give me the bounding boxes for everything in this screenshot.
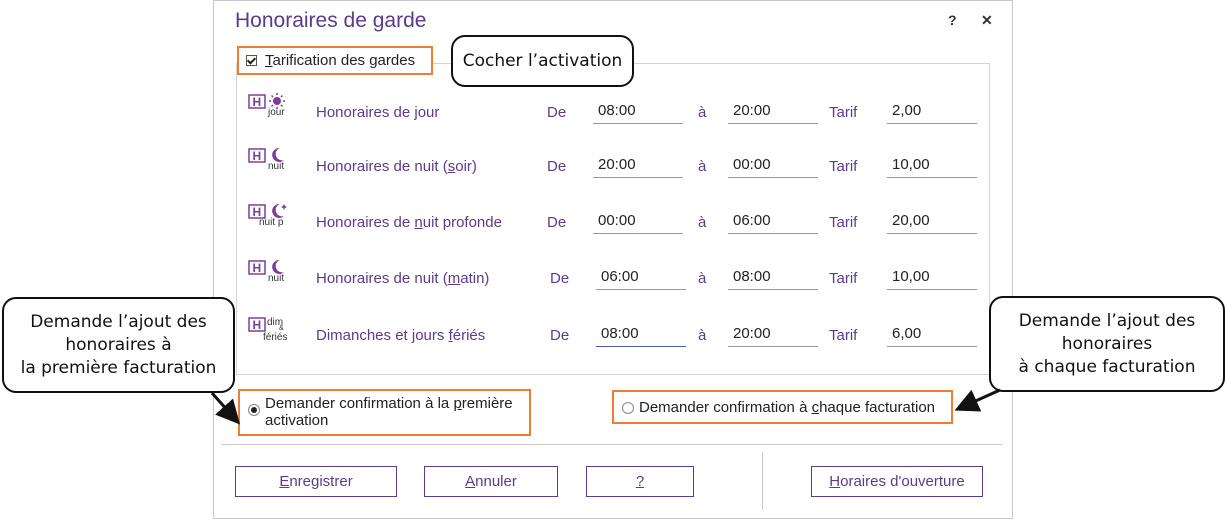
arrow-left — [210, 392, 240, 425]
arrow-right — [954, 388, 1001, 412]
callout-arrows — [210, 388, 1001, 425]
